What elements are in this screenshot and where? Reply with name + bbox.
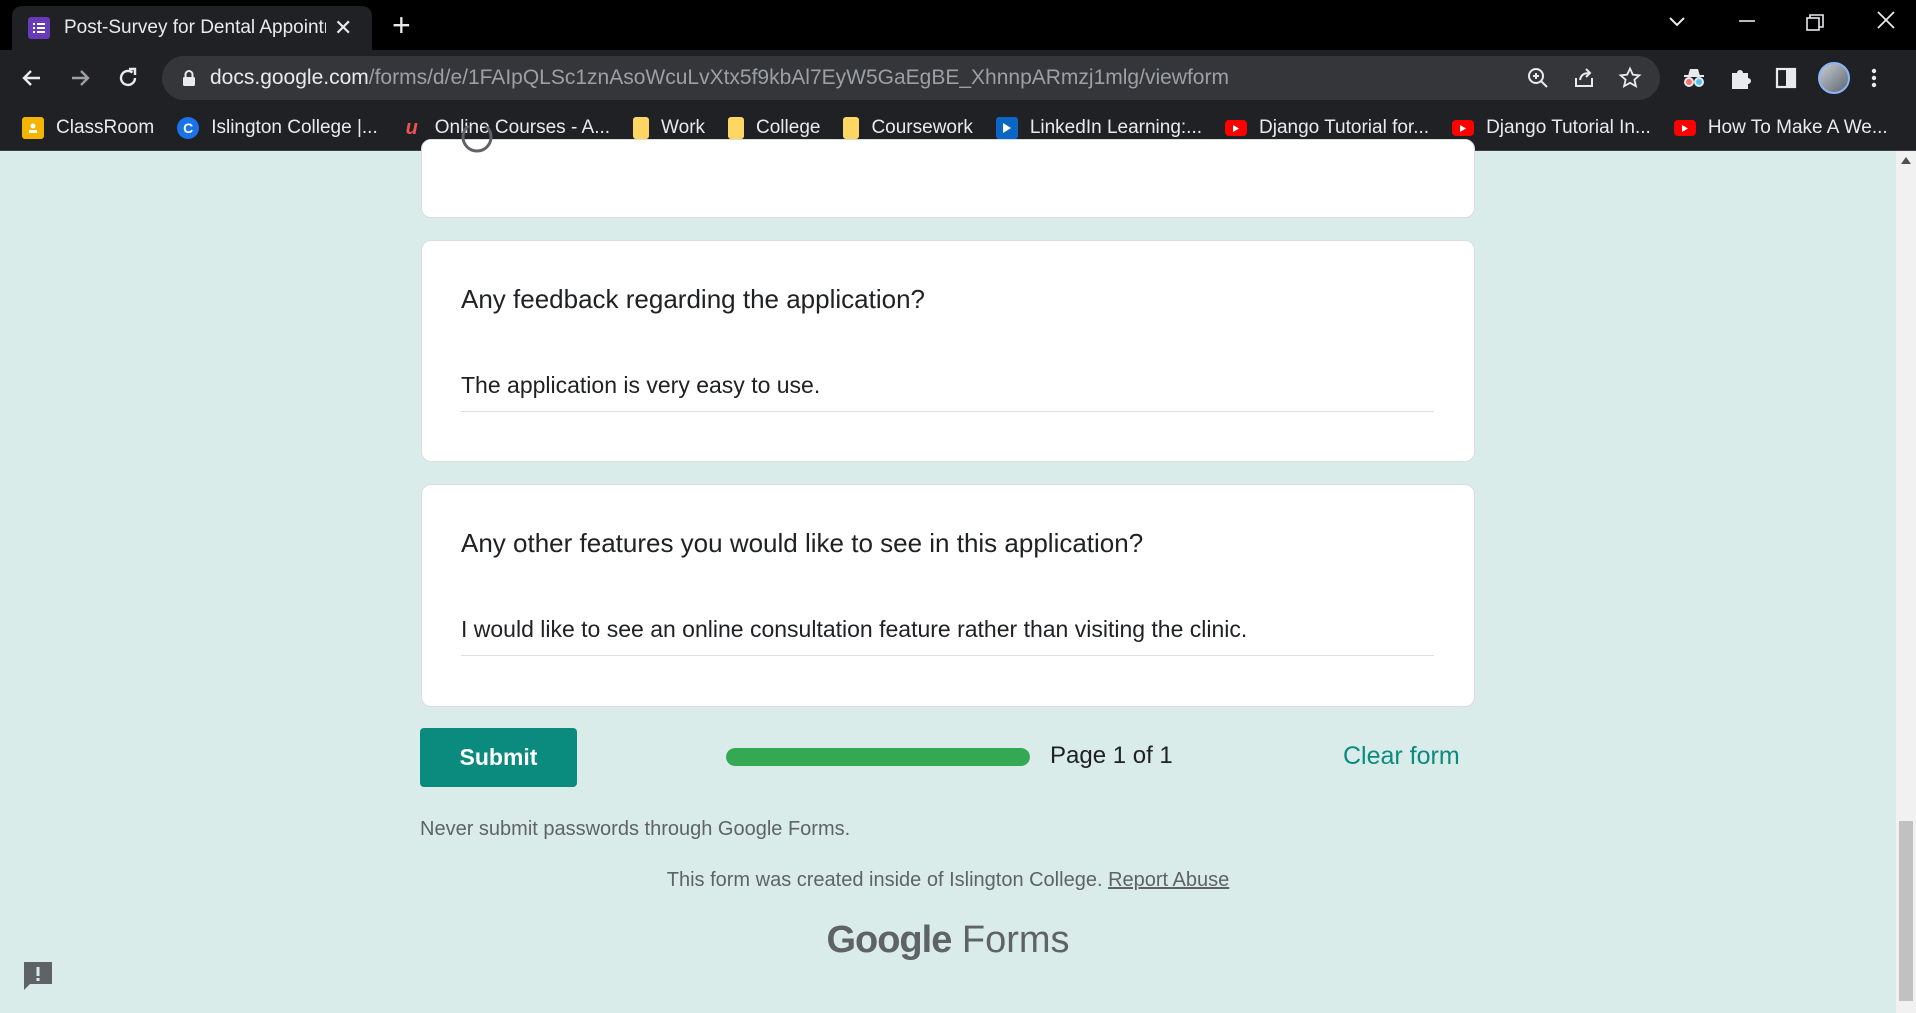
url-path: /forms/d/e/1FAIpQLSc1znAsoWcuLvXtx5f9kbA… — [368, 66, 1229, 89]
bookmark-django-tutorial-2[interactable]: Django Tutorial In... — [1452, 117, 1651, 139]
progress-bar — [726, 748, 1030, 766]
more-menu-icon[interactable] — [1870, 66, 1878, 90]
bookmark-label: Islington College |... — [211, 117, 378, 138]
bookmark-label: Django Tutorial for... — [1259, 117, 1430, 138]
radio-button-icon[interactable] — [460, 126, 496, 156]
form-page: Any feedback regarding the application? … — [0, 126, 1916, 1013]
bookmark-label: How To Make A We... — [1707, 117, 1888, 138]
linkedin-learning-icon — [995, 117, 1018, 139]
answer-field[interactable]: I would like to see an online consultati… — [461, 616, 1434, 656]
youtube-icon — [1673, 120, 1696, 136]
forward-arrow-icon[interactable] — [64, 62, 96, 94]
bookmark-coursework[interactable]: Coursework — [843, 117, 973, 139]
forms-wordmark: Forms — [961, 919, 1070, 961]
profile-avatar[interactable] — [1818, 62, 1850, 94]
bookmark-label: Django Tutorial In... — [1486, 117, 1651, 138]
bookmark-star-icon[interactable] — [1618, 66, 1642, 90]
google-forms-icon — [28, 17, 50, 39]
side-panel-icon[interactable] — [1774, 66, 1798, 90]
tab-search-chevron-icon[interactable] — [1668, 8, 1686, 34]
bookmark-django-tutorial-1[interactable]: Django Tutorial for... — [1225, 117, 1429, 139]
scroll-up-arrow-icon[interactable] — [1901, 157, 1911, 164]
question-title: Any feedback regarding the application? — [461, 284, 925, 314]
back-arrow-icon[interactable] — [16, 62, 48, 94]
tab-strip: Post-Survey for Dental Appointm ✕ + — [0, 0, 1916, 50]
progress-fill — [726, 748, 1030, 766]
url-host: docs.google.com — [210, 66, 369, 89]
bookmark-label: Coursework — [871, 117, 973, 138]
footer-note: This form was created inside of Islingto… — [0, 869, 1896, 892]
bookmark-how-to-make[interactable]: How To Make A We... — [1673, 117, 1888, 139]
zoom-icon[interactable] — [1526, 66, 1550, 90]
tab-title: Post-Survey for Dental Appointm — [64, 17, 326, 38]
lock-icon — [183, 70, 195, 86]
browser-toolbar: docs.google.com/forms/d/e/1FAIpQLSc1znAs… — [0, 50, 1916, 106]
page-scrollbar[interactable] — [1896, 151, 1916, 1013]
bookmark-label: Work — [661, 117, 706, 138]
google-classroom-icon — [22, 117, 44, 139]
udemy-icon: u — [405, 116, 418, 139]
google-forms-logo[interactable]: Google Forms — [0, 919, 1896, 962]
google-wordmark: Google — [826, 919, 952, 961]
question-title: Any other features you would like to see… — [461, 528, 1144, 558]
bookmark-label: ClassRoom — [56, 117, 155, 138]
bookmark-college[interactable]: College — [728, 117, 820, 139]
bookmark-online-courses[interactable]: u Online Courses - A... — [401, 117, 610, 139]
folder-icon — [728, 117, 745, 139]
question-card-feedback: Any feedback regarding the application? … — [421, 240, 1475, 462]
bookmark-linkedin-learning[interactable]: LinkedIn Learning:... — [995, 117, 1203, 139]
footer-text: This form was created inside of Islingto… — [666, 869, 1103, 891]
reload-icon[interactable] — [112, 62, 144, 94]
close-tab-icon[interactable]: ✕ — [334, 15, 352, 41]
question-card-features: Any other features you would like to see… — [421, 484, 1475, 707]
address-bar[interactable]: docs.google.com/forms/d/e/1FAIpQLSc1znAs… — [162, 56, 1660, 100]
answer-field[interactable]: The application is very easy to use. — [461, 372, 1434, 412]
bookmark-classroom[interactable]: ClassRoom — [22, 117, 154, 139]
page-indicator: Page 1 of 1 — [1050, 742, 1173, 769]
clear-form-button[interactable]: Clear form — [1343, 742, 1460, 771]
url-text: docs.google.com/forms/d/e/1FAIpQLSc1znAs… — [210, 66, 1229, 90]
submit-button[interactable]: Submit — [420, 728, 577, 787]
bookmark-label: LinkedIn Learning:... — [1029, 117, 1203, 138]
puzzle-extensions-icon[interactable] — [1728, 65, 1754, 91]
restore-icon[interactable] — [1806, 12, 1824, 38]
close-window-icon[interactable] — [1876, 10, 1896, 36]
scrollbar-thumb[interactable] — [1899, 821, 1913, 1001]
folder-icon — [843, 117, 860, 139]
minimize-icon[interactable] — [1738, 4, 1756, 30]
folder-icon — [633, 117, 650, 139]
new-tab-plus-icon[interactable]: + — [392, 9, 411, 41]
active-tab[interactable]: Post-Survey for Dental Appointm ✕ — [12, 6, 372, 50]
previous-question-card — [421, 126, 1475, 218]
bookmark-islington-college[interactable]: C Islington College |... — [177, 117, 378, 139]
youtube-icon — [1452, 120, 1475, 136]
report-abuse-link[interactable]: Report Abuse — [1108, 869, 1229, 891]
password-warning: Never submit passwords through Google Fo… — [420, 818, 851, 840]
report-feedback-icon[interactable] — [20, 958, 58, 994]
youtube-icon — [1225, 120, 1248, 136]
islington-college-icon: C — [177, 117, 200, 139]
incognito-extension-icon[interactable] — [1680, 64, 1708, 92]
share-icon[interactable] — [1572, 66, 1596, 90]
bookmark-work[interactable]: Work — [633, 117, 705, 139]
bookmark-label: College — [756, 117, 821, 138]
